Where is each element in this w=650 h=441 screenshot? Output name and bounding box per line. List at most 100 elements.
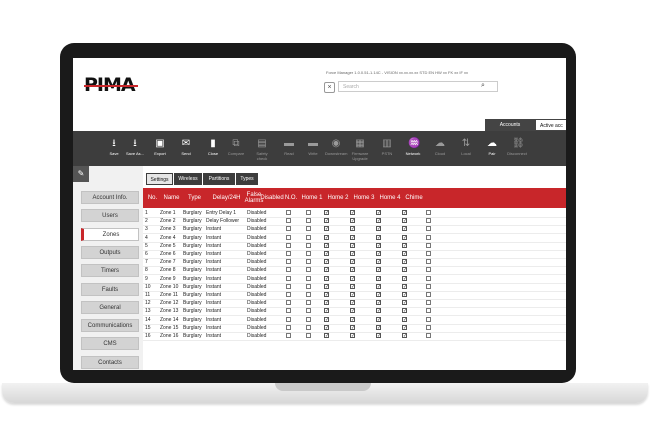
checked-checkbox[interactable]: ✓ xyxy=(376,324,381,330)
checked-checkbox[interactable]: ✓ xyxy=(350,316,355,322)
checked-checkbox[interactable]: ✓ xyxy=(324,324,329,330)
toolbar-send-button[interactable]: ✉ Send xyxy=(175,131,197,166)
toolbar-write-button[interactable]: ▬ Write xyxy=(302,131,324,166)
checked-checkbox[interactable]: ✓ xyxy=(402,251,407,257)
checkbox[interactable] xyxy=(286,300,291,306)
checked-checkbox[interactable]: ✓ xyxy=(324,210,329,216)
column-header-false-alarms[interactable]: False Alarms xyxy=(245,188,264,208)
table-cell[interactable]: Disabled xyxy=(247,225,266,233)
table-cell[interactable]: Disabled xyxy=(247,275,266,283)
checkbox[interactable] xyxy=(306,251,311,256)
toolbar-export-button[interactable]: ▣ Export xyxy=(149,131,171,166)
checkbox[interactable] xyxy=(286,259,291,265)
tab-types[interactable]: Types xyxy=(236,173,258,185)
checked-checkbox[interactable]: ✓ xyxy=(350,324,355,330)
column-header-home-4[interactable]: Home 4 xyxy=(377,188,403,208)
checkbox[interactable] xyxy=(286,267,291,273)
checkbox[interactable] xyxy=(286,333,291,338)
checkbox[interactable] xyxy=(426,242,431,248)
checkbox[interactable] xyxy=(426,283,431,289)
tab-active-account[interactable]: Active acc xyxy=(535,119,566,131)
tab-settings[interactable]: Settings xyxy=(146,173,173,185)
sidebar-item-contacts[interactable]: Contacts xyxy=(81,355,139,369)
table-cell[interactable]: Delay Follower xyxy=(206,217,239,225)
checked-checkbox[interactable]: ✓ xyxy=(350,267,355,273)
checkbox[interactable] xyxy=(306,267,311,273)
checkbox[interactable] xyxy=(426,333,431,338)
checked-checkbox[interactable]: ✓ xyxy=(324,283,329,289)
table-cell[interactable]: Disabled xyxy=(247,250,266,258)
table-cell[interactable]: Disabled xyxy=(247,299,266,307)
table-cell[interactable]: Instant xyxy=(206,291,221,299)
toolbar-save-button[interactable]: ⭳ Save xyxy=(103,131,125,166)
checked-checkbox[interactable]: ✓ xyxy=(324,218,329,224)
checked-checkbox[interactable]: ✓ xyxy=(350,292,355,298)
checkbox[interactable] xyxy=(306,300,311,306)
checked-checkbox[interactable]: ✓ xyxy=(402,267,407,273)
checkbox[interactable] xyxy=(426,267,431,273)
checked-checkbox[interactable]: ✓ xyxy=(350,308,355,314)
checkbox[interactable] xyxy=(286,218,291,224)
table-cell[interactable]: Disabled xyxy=(247,324,266,332)
checked-checkbox[interactable]: ✓ xyxy=(324,242,329,248)
toolbar-pstn-button[interactable]: ▥ PSTN xyxy=(376,131,398,166)
sidebar-item-account-info[interactable]: Account Info. xyxy=(81,191,139,204)
table-cell[interactable]: Instant xyxy=(206,332,221,340)
checked-checkbox[interactable]: ✓ xyxy=(376,242,381,248)
checked-checkbox[interactable]: ✓ xyxy=(324,259,329,265)
table-cell[interactable]: Instant xyxy=(206,250,221,258)
checkbox[interactable] xyxy=(426,324,431,330)
close-search-icon[interactable]: × xyxy=(324,82,335,93)
checkbox[interactable] xyxy=(306,259,311,265)
checked-checkbox[interactable]: ✓ xyxy=(402,308,407,314)
checked-checkbox[interactable]: ✓ xyxy=(324,292,329,298)
column-header-home-2[interactable]: Home 2 xyxy=(325,188,351,208)
table-cell[interactable]: Disabled xyxy=(247,217,266,225)
table-cell[interactable]: Disabled xyxy=(247,258,266,266)
checked-checkbox[interactable]: ✓ xyxy=(376,292,381,298)
checkbox[interactable] xyxy=(426,234,431,240)
checkbox[interactable] xyxy=(306,324,311,330)
table-cell[interactable]: Disabled xyxy=(247,234,266,242)
checked-checkbox[interactable]: ✓ xyxy=(376,226,381,232)
sidebar-item-users[interactable]: Users xyxy=(81,209,139,223)
checked-checkbox[interactable]: ✓ xyxy=(376,308,381,314)
sidebar-item-general[interactable]: General xyxy=(81,300,139,314)
pin-icon[interactable]: ✎ xyxy=(73,166,89,182)
checked-checkbox[interactable]: ✓ xyxy=(402,259,407,265)
checked-checkbox[interactable]: ✓ xyxy=(402,218,407,224)
checked-checkbox[interactable]: ✓ xyxy=(376,275,381,281)
column-header-disabled[interactable]: Disabled xyxy=(260,188,283,208)
table-cell[interactable]: Instant xyxy=(206,275,221,283)
checkbox[interactable] xyxy=(306,308,311,314)
checked-checkbox[interactable]: ✓ xyxy=(402,283,407,289)
checked-checkbox[interactable]: ✓ xyxy=(350,333,355,339)
table-cell[interactable]: Instant xyxy=(206,324,221,332)
table-cell[interactable]: Instant xyxy=(206,307,221,315)
checkbox[interactable] xyxy=(286,283,291,289)
checked-checkbox[interactable]: ✓ xyxy=(402,333,407,339)
checked-checkbox[interactable]: ✓ xyxy=(324,251,329,257)
checked-checkbox[interactable]: ✓ xyxy=(350,283,355,289)
toolbar-safety-check-button[interactable]: ▤ Safety check xyxy=(251,131,273,166)
checkbox[interactable] xyxy=(426,226,431,232)
toolbar-local-button[interactable]: ⇅ Local xyxy=(455,131,477,166)
column-header-n-o-[interactable]: N.O. xyxy=(283,188,299,208)
checkbox[interactable] xyxy=(426,300,431,306)
checked-checkbox[interactable]: ✓ xyxy=(350,210,355,216)
checkbox[interactable] xyxy=(306,218,311,224)
checkbox[interactable] xyxy=(286,251,291,256)
checked-checkbox[interactable]: ✓ xyxy=(324,300,329,306)
toolbar-firmware-upgrade-button[interactable]: ▦ Firmware Upgrade xyxy=(349,131,371,166)
checkbox[interactable] xyxy=(426,308,431,314)
checkbox[interactable] xyxy=(426,210,431,215)
checkbox[interactable] xyxy=(286,316,291,322)
tab-partitions[interactable]: Partitions xyxy=(203,173,235,185)
checked-checkbox[interactable]: ✓ xyxy=(376,316,381,322)
checked-checkbox[interactable]: ✓ xyxy=(376,251,381,257)
sidebar-item-zones[interactable]: Zones xyxy=(81,227,139,241)
checkbox[interactable] xyxy=(306,210,311,215)
checkbox[interactable] xyxy=(286,308,291,314)
checkbox[interactable] xyxy=(286,275,291,281)
column-header-chime[interactable]: Chime xyxy=(403,188,425,208)
